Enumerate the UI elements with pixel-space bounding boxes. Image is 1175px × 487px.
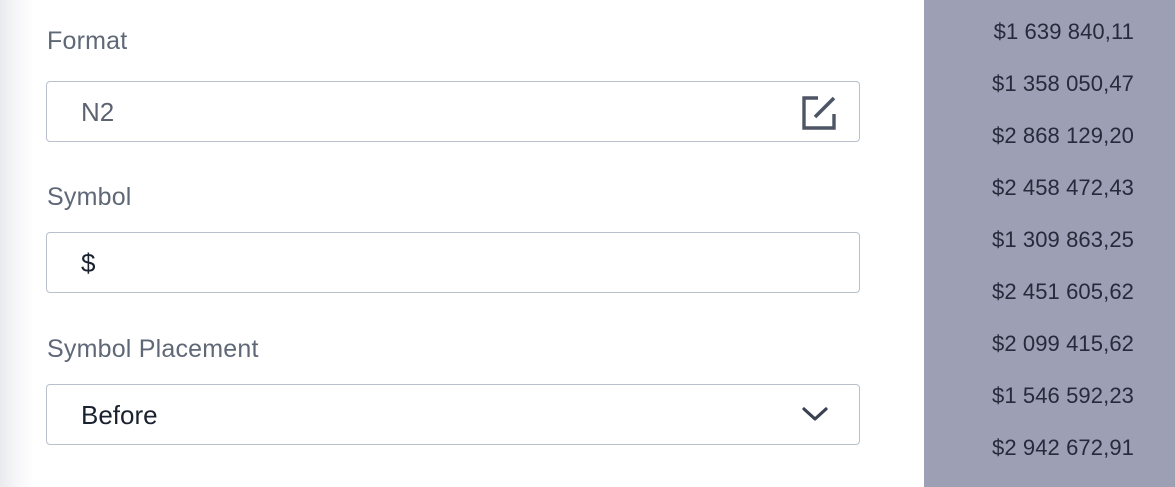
format-input[interactable]: N2 <box>46 81 860 142</box>
preview-value: $2 099 415,62 <box>992 331 1134 356</box>
preview-value: $2 942 672,91 <box>992 435 1134 460</box>
symbol-value[interactable]: $ <box>81 250 95 276</box>
preview-value: $1 546 592,23 <box>992 383 1134 408</box>
number-preview-column: $1 639 840,11 $1 358 050,47 $2 868 129,2… <box>924 0 1175 487</box>
format-settings-screen: Format N2 Symbol $ Symbol Placement Befo… <box>0 0 1175 487</box>
symbol-label: Symbol <box>47 183 132 211</box>
preview-value: $1 309 863,25 <box>992 227 1134 252</box>
preview-value: $2 458 472,43 <box>992 175 1134 200</box>
format-label: Format <box>47 27 128 55</box>
edit-icon[interactable] <box>801 95 837 131</box>
preview-value: $2 451 605,62 <box>992 279 1134 304</box>
chevron-down-icon[interactable] <box>801 405 829 423</box>
format-settings-panel: Format N2 Symbol $ Symbol Placement Befo… <box>0 0 924 487</box>
symbol-input[interactable]: $ <box>46 232 860 293</box>
symbol-placement-selected[interactable]: Before <box>81 402 158 428</box>
symbol-placement-select[interactable]: Before <box>46 384 860 445</box>
symbol-placement-label: Symbol Placement <box>47 335 259 363</box>
preview-value: $1 639 840,11 <box>993 19 1134 44</box>
format-value[interactable]: N2 <box>81 99 114 125</box>
preview-value: $1 358 050,47 <box>992 71 1134 96</box>
preview-value: $2 868 129,20 <box>992 123 1134 148</box>
